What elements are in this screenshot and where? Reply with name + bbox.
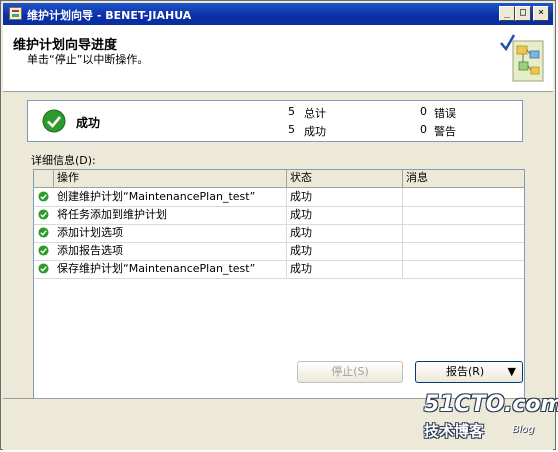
- success-check-icon: [38, 209, 49, 220]
- row-action: 添加报告选项: [54, 242, 287, 260]
- success-check-icon: [38, 245, 49, 256]
- wizard-banner-icon: [500, 34, 544, 82]
- row-action: 将任务添加到维护计划: [54, 206, 287, 224]
- table-row[interactable]: 将任务添加到维护计划 成功: [34, 206, 524, 225]
- watermark-blog-en: Blog: [512, 424, 535, 435]
- warning-label: 警告: [434, 125, 456, 138]
- column-header-status[interactable]: 状态: [287, 170, 403, 187]
- summary-status: 成功: [76, 116, 101, 130]
- column-header-action[interactable]: 操作: [54, 170, 287, 187]
- row-status: 成功: [287, 260, 403, 278]
- grid-header: 操作 状态 消息: [34, 170, 524, 188]
- table-row[interactable]: 创建维护计划“MaintenancePlan_test” 成功: [34, 188, 524, 207]
- dropdown-arrow-icon: ▼: [507, 365, 516, 378]
- watermark-site: 51CTO.com: [424, 392, 558, 417]
- total-count: 5: [288, 105, 295, 118]
- row-status: 成功: [287, 206, 403, 224]
- column-icon-header: [34, 170, 54, 187]
- table-row[interactable]: 保存维护计划“MaintenancePlan_test” 成功: [34, 260, 524, 279]
- row-status: 成功: [287, 224, 403, 242]
- row-message: [403, 242, 524, 260]
- details-label: 详细信息(D):: [31, 154, 96, 167]
- table-row[interactable]: 添加计划选项 成功: [34, 224, 524, 243]
- table-row[interactable]: 添加报告选项 成功: [34, 242, 524, 261]
- row-message: [403, 224, 524, 242]
- row-action: 保存维护计划“MaintenancePlan_test”: [54, 260, 287, 278]
- row-message: [403, 188, 524, 206]
- app-icon: [9, 7, 22, 20]
- success-count: 5: [288, 123, 295, 136]
- window-title: 维护计划向导 - BENET-JIAHUA: [27, 9, 192, 22]
- wizard-window: 维护计划向导 - BENET-JIAHUA _ □ × 维护计划向导进度 单击“…: [0, 0, 556, 450]
- report-button[interactable]: 报告(R) ▼: [415, 361, 523, 383]
- error-label: 错误: [434, 107, 456, 120]
- page-subtitle: 单击“停止”以中断操作。: [27, 53, 149, 66]
- row-action: 添加计划选项: [54, 224, 287, 242]
- title-bar[interactable]: 维护计划向导 - BENET-JIAHUA _ □ ×: [3, 3, 553, 25]
- report-button-label: 报告(R): [446, 365, 485, 378]
- watermark-blog-cn: 技术博客: [424, 422, 485, 440]
- close-button[interactable]: ×: [533, 6, 549, 21]
- row-status: 成功: [287, 188, 403, 206]
- row-action: 创建维护计划“MaintenancePlan_test”: [54, 188, 287, 206]
- summary-panel: 成功 5 总计 5 成功 0 错误 0 警告: [27, 100, 523, 142]
- success-label: 成功: [304, 125, 326, 138]
- row-message: [403, 260, 524, 278]
- row-message: [403, 206, 524, 224]
- maximize-button[interactable]: □: [515, 6, 531, 21]
- success-check-icon: [38, 191, 49, 202]
- success-check-icon: [38, 227, 49, 238]
- error-count: 0: [420, 105, 427, 118]
- total-label: 总计: [304, 107, 326, 120]
- stop-button[interactable]: 停止(S): [297, 361, 403, 383]
- wizard-header: 维护计划向导进度 单击“停止”以中断操作。: [3, 25, 553, 92]
- warning-count: 0: [420, 123, 427, 136]
- success-check-icon: [38, 263, 49, 274]
- row-status: 成功: [287, 242, 403, 260]
- success-check-icon: [42, 109, 66, 133]
- minimize-button[interactable]: _: [499, 6, 515, 21]
- column-header-message[interactable]: 消息: [403, 170, 524, 187]
